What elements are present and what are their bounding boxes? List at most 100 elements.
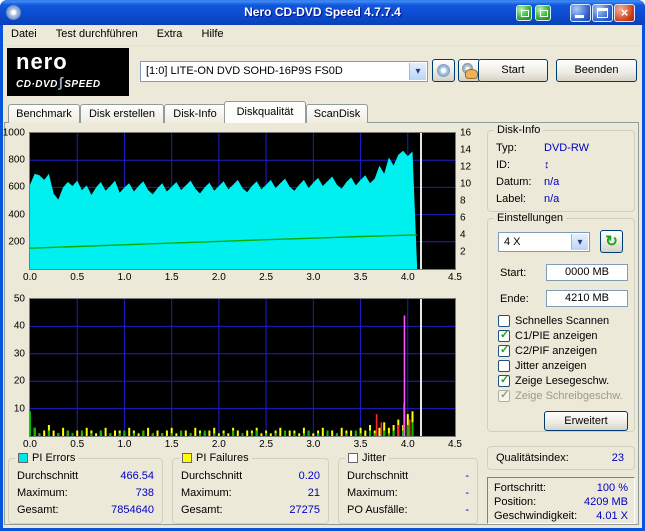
- stat-label: Maximum:: [181, 487, 232, 499]
- titlebar-extra-button-2[interactable]: [535, 5, 551, 21]
- checkbox-zeige-schreibgeschw: ✓ Zeige Schreibgeschw.: [498, 390, 630, 404]
- stat-value: 738: [136, 487, 154, 499]
- start-button[interactable]: Start: [478, 59, 548, 82]
- checkbox-c2-pif-anzeigen[interactable]: ✓ C2/PIF anzeigen: [498, 345, 630, 359]
- disk-info-value: n/a: [544, 176, 559, 188]
- stat-row: Maximum:-: [339, 487, 477, 502]
- jitter-swatch-icon: [348, 453, 358, 463]
- pi-errors-y-axis-right: 161412108642: [459, 133, 479, 269]
- titlebar-extra-button-1[interactable]: [516, 5, 532, 21]
- jitter-stats-group: Jitter Durchschnitt- Maximum:- PO Ausfäl…: [338, 458, 478, 524]
- pi-errors-y-axis-left: 1000800600400200: [2, 133, 28, 269]
- minimize-button[interactable]: [570, 4, 591, 22]
- stat-value: 21: [308, 487, 320, 499]
- check-icon: ✓: [500, 343, 509, 356]
- pi-failures-stats-group: PI Failures Durchschnitt0.20 Maximum:21 …: [172, 458, 329, 524]
- stat-row: Maximum:738: [9, 487, 162, 502]
- checkbox-box: ✓: [498, 330, 510, 342]
- checkbox-jitter-anzeigen[interactable]: Jitter anzeigen: [498, 360, 630, 374]
- chevron-down-icon[interactable]: ▾: [409, 63, 426, 80]
- progress-value: 100 %: [597, 482, 628, 494]
- hand-icon: [465, 69, 478, 79]
- pi-errors-x-axis: 0.00.51.01.52.02.53.03.54.04.5: [30, 272, 455, 284]
- checkbox-label: Schnelles Scannen: [515, 315, 609, 327]
- pi-errors-swatch-icon: [18, 453, 28, 463]
- stats-title-text: PI Failures: [196, 452, 249, 464]
- checkbox-box: ✓: [498, 390, 510, 402]
- disk-info-value: ↕: [544, 159, 550, 171]
- tab-scandisk[interactable]: ScanDisk: [306, 104, 368, 123]
- titlebar[interactable]: Nero CD-DVD Speed 4.7.7.4 ×: [0, 0, 645, 25]
- window-glyph-icon: [521, 10, 529, 17]
- menu-bar: Datei Test durchführen Extra Hilfe: [3, 25, 642, 46]
- progress-row-position: Position:4209 MB: [488, 496, 634, 511]
- tab-diskqualitaet[interactable]: Diskqualität: [224, 101, 306, 123]
- tab-disk-info[interactable]: Disk-Info: [164, 104, 226, 123]
- maximize-button[interactable]: [592, 4, 613, 22]
- checkbox-box: ✓: [498, 345, 510, 357]
- disk-info-row-label: Label:n/a: [488, 193, 634, 208]
- check-icon: ✓: [500, 388, 509, 401]
- quality-index-panel: Qualitätsindex: 23: [487, 446, 635, 470]
- pi-errors-chart: [30, 133, 455, 269]
- progress-row-geschwindigkeit: Geschwindigkeit:4.01 X: [488, 510, 634, 525]
- refresh-button[interactable]: ↻: [600, 230, 623, 253]
- close-button[interactable]: ×: [614, 4, 635, 22]
- checkbox-schnelles-scannen[interactable]: Schnelles Scannen: [498, 315, 630, 329]
- disk-info-label: Typ:: [496, 142, 517, 154]
- pi-failures-swatch-icon: [182, 453, 192, 463]
- checkbox-box: [498, 315, 510, 327]
- quit-button[interactable]: Beenden: [556, 59, 637, 82]
- stat-label: Gesamt:: [181, 504, 223, 516]
- menu-item-extra[interactable]: Extra: [149, 25, 191, 40]
- advanced-button[interactable]: Erweitert: [544, 411, 628, 431]
- pi-errors-stats-group: PI Errors Durchschnitt466.54 Maximum:738…: [8, 458, 163, 524]
- menu-item-hilfe[interactable]: Hilfe: [194, 25, 232, 40]
- disk-info-value: n/a: [544, 193, 559, 205]
- app-window: Nero CD-DVD Speed 4.7.7.4 × Datei Test d…: [0, 0, 645, 531]
- pi-errors-stats-title: PI Errors: [15, 452, 78, 464]
- tab-benchmark[interactable]: Benchmark: [8, 104, 80, 123]
- progress-value: 4209 MB: [584, 496, 628, 508]
- stat-value: -: [465, 487, 469, 499]
- checkbox-label: Zeige Schreibgeschw.: [515, 390, 623, 402]
- drive-select-value: [1:0] LITE-ON DVD SOHD-16P9S FS0D: [146, 62, 409, 81]
- checkbox-c1-pie-anzeigen[interactable]: ✓ C1/PIE anzeigen: [498, 330, 630, 344]
- disk-info-row-datum: Datum: n/a: [488, 176, 634, 191]
- checkbox-zeige-lesegeschw[interactable]: ✓ Zeige Lesegeschw.: [498, 375, 630, 389]
- check-icon: ✓: [500, 328, 509, 341]
- checkbox-label: C2/PIF anzeigen: [515, 345, 597, 357]
- tab-disk-erstellen[interactable]: Disk erstellen: [80, 104, 164, 123]
- disc-icon: [437, 64, 450, 77]
- logo-speed: SPEED: [64, 79, 100, 90]
- stat-row: Maximum: 21: [173, 487, 328, 502]
- speed-select-value: 4 X: [504, 233, 571, 252]
- start-field-label: Start:: [500, 267, 526, 279]
- stat-label: Durchschnitt: [181, 470, 242, 482]
- disk-info-group: Disk-Info Typ:DVD-RW ID:↕ Datum:n/a Labe…: [487, 130, 635, 212]
- menu-item-test-durchfuehren[interactable]: Test durchführen: [48, 25, 146, 40]
- start-field[interactable]: 0000 MB: [546, 264, 628, 281]
- cdspeed-logo-text: CD·DVD∫SPEED: [16, 74, 129, 90]
- disc-info-button[interactable]: [432, 59, 455, 82]
- stat-label: Durchschnitt: [17, 470, 78, 482]
- disk-info-value: DVD-RW: [544, 142, 589, 154]
- stat-value: 0.20: [299, 470, 320, 482]
- disk-info-label: Datum:: [496, 176, 531, 188]
- end-field[interactable]: 4210 MB: [546, 290, 628, 307]
- stat-row: Gesamt:27275: [173, 504, 328, 519]
- progress-row-fortschritt: Fortschritt:100 %: [488, 482, 634, 497]
- checkbox-label: Zeige Lesegeschw.: [515, 375, 609, 387]
- checkbox-label: C1/PIE anzeigen: [515, 330, 598, 342]
- quality-index-label: Qualitätsindex:: [496, 452, 569, 464]
- chevron-down-icon[interactable]: ▾: [571, 234, 588, 250]
- stat-row: PO Ausfälle:-: [339, 504, 477, 519]
- checkbox-box: [498, 360, 510, 372]
- speed-select[interactable]: 4 X ▾: [498, 232, 590, 252]
- check-icon: ✓: [500, 373, 509, 386]
- drive-select[interactable]: [1:0] LITE-ON DVD SOHD-16P9S FS0D ▾: [140, 61, 428, 82]
- menu-item-datei[interactable]: Datei: [3, 25, 45, 40]
- disk-info-row-id: ID:↕: [488, 159, 634, 174]
- minimize-icon: [575, 15, 584, 18]
- disk-info-row-typ: Typ: DVD-RW: [488, 142, 634, 157]
